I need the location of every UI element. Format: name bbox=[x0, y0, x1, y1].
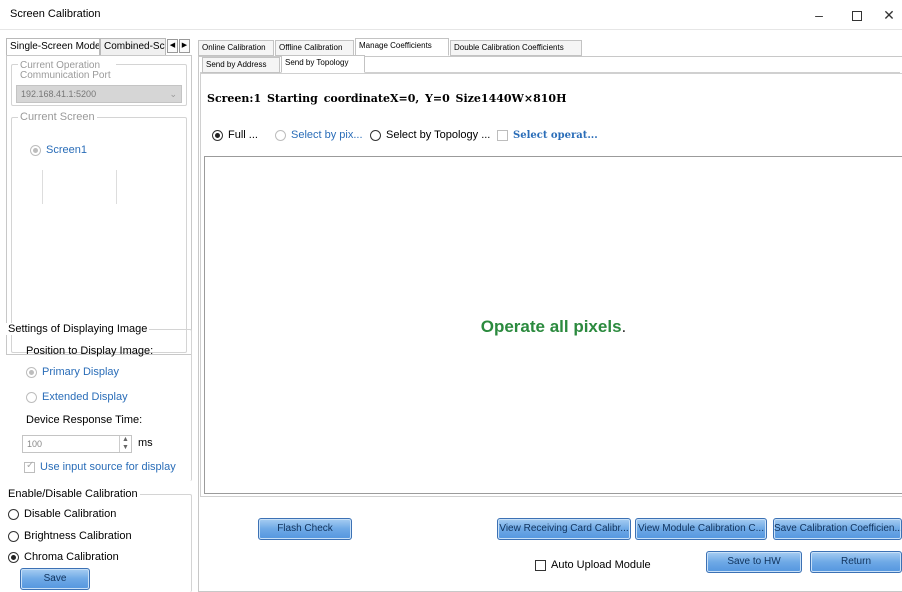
tab-manage-coefficients[interactable]: Manage Coefficients bbox=[355, 38, 449, 56]
minimize-button[interactable]: – bbox=[802, 0, 836, 30]
screen-item[interactable]: Screen1 bbox=[30, 144, 87, 156]
maximize-icon bbox=[852, 11, 862, 22]
view-receiving-card-button[interactable]: View Receiving Card Calibr... bbox=[497, 518, 631, 540]
view-module-calibration-button[interactable]: View Module Calibration C... bbox=[635, 518, 767, 540]
close-icon: ✕ bbox=[883, 7, 895, 23]
current-screen-group: Current Screen Screen1 bbox=[11, 111, 187, 353]
chroma-calibration-radio[interactable] bbox=[8, 551, 19, 563]
comm-port-value: 192.168.41.1:5200 bbox=[21, 89, 97, 99]
select-by-topology-label: Select by Topology ... bbox=[386, 129, 491, 141]
left-panel: Single-Screen Mode Combined-Sc ◀ ▶ Curre… bbox=[6, 38, 192, 592]
brightness-calibration-option[interactable]: Brightness Calibration bbox=[8, 530, 132, 542]
select-operat-checkbox[interactable] bbox=[497, 129, 508, 141]
primary-display-label: Primary Display bbox=[42, 366, 120, 378]
tab-scroll-right-icon[interactable]: ▶ bbox=[179, 39, 190, 53]
select-by-pixel-radio[interactable] bbox=[275, 129, 286, 141]
extended-display-option[interactable]: Extended Display bbox=[26, 391, 128, 403]
operate-message-text: Operate all pixels bbox=[480, 317, 622, 336]
tab-online-calibration[interactable]: Online Calibration bbox=[198, 40, 274, 56]
calibration-toggle-group: Enable/Disable Calibration Disable Calib… bbox=[6, 488, 192, 592]
screen-info: Screen:1 Starting coordinateX=0, Y=0 Siz… bbox=[207, 92, 567, 105]
operation-area[interactable]: Operate all pixels. bbox=[204, 156, 902, 494]
tab-double-calibration-coefficients[interactable]: Double Calibration Coefficients bbox=[450, 40, 582, 56]
use-input-source-option[interactable]: Use input source for display bbox=[24, 460, 176, 473]
screen-item-label: Screen1 bbox=[46, 144, 87, 156]
maximize-button[interactable] bbox=[840, 0, 874, 30]
spin-arrows-icon[interactable]: ▲ ▼ bbox=[119, 436, 131, 452]
chevron-down-icon: ⌄ bbox=[169, 89, 177, 99]
top-tab-strip: Online Calibration Offline Calibration M… bbox=[198, 38, 900, 56]
full-option[interactable]: Full ... bbox=[212, 129, 258, 141]
brightness-calibration-radio[interactable] bbox=[8, 530, 19, 542]
brightness-calibration-label: Brightness Calibration bbox=[24, 530, 132, 542]
position-label: Position to Display Image: bbox=[26, 345, 154, 357]
comm-port-group-label: Current Operation Communication Port bbox=[18, 61, 116, 81]
left-tab-strip: Single-Screen Mode Combined-Sc ◀ ▶ bbox=[6, 38, 192, 57]
chroma-calibration-label: Chroma Calibration bbox=[24, 551, 119, 563]
disable-calibration-option[interactable]: Disable Calibration bbox=[8, 508, 116, 520]
display-settings-group: Settings of Displaying Image Position to… bbox=[6, 323, 192, 481]
screen-radio[interactable] bbox=[30, 144, 41, 156]
divider bbox=[42, 170, 43, 204]
extended-display-radio[interactable] bbox=[26, 391, 37, 403]
save-button[interactable]: Save bbox=[20, 568, 90, 590]
current-screen-group-label: Current Screen bbox=[18, 111, 97, 123]
tab-send-by-address[interactable]: Send by Address bbox=[202, 57, 280, 73]
response-time-unit: ms bbox=[138, 437, 153, 449]
disable-calibration-label: Disable Calibration bbox=[24, 508, 117, 520]
tab-combined-screen[interactable]: Combined-Sc bbox=[100, 38, 166, 56]
select-by-topology-option[interactable]: Select by Topology ... bbox=[370, 129, 490, 141]
sub-tab-strip: Send by Address Send by Topology bbox=[200, 55, 900, 73]
tab-scroll-left-icon[interactable]: ◀ bbox=[167, 39, 178, 53]
primary-display-option[interactable]: Primary Display bbox=[26, 366, 119, 378]
select-by-pixel-label: Select by pix... bbox=[291, 129, 363, 141]
title-bar: Screen Calibration – ✕ bbox=[0, 0, 902, 30]
response-time-spinbox[interactable]: 100 ▲ ▼ bbox=[22, 435, 132, 453]
full-radio[interactable] bbox=[212, 129, 223, 141]
save-calibration-coefficients-button[interactable]: Save Calibration Coefficien... bbox=[773, 518, 902, 540]
full-label: Full ... bbox=[228, 129, 258, 141]
select-operat-option[interactable]: Select operat... bbox=[497, 129, 598, 141]
minimize-icon: – bbox=[815, 7, 823, 23]
select-operat-label: Select operat... bbox=[513, 130, 598, 141]
comm-port-group: Current Operation Communication Port 192… bbox=[11, 61, 187, 106]
operate-message-dot: . bbox=[621, 317, 627, 336]
close-button[interactable]: ✕ bbox=[872, 0, 902, 30]
response-time-value: 100 bbox=[27, 439, 43, 449]
select-by-topology-radio[interactable] bbox=[370, 129, 381, 141]
flash-check-button[interactable]: Flash Check bbox=[258, 518, 352, 540]
divider bbox=[116, 170, 117, 204]
tab-offline-calibration[interactable]: Offline Calibration bbox=[275, 40, 354, 56]
auto-upload-module-option[interactable]: Auto Upload Module bbox=[535, 559, 651, 571]
extended-display-label: Extended Display bbox=[42, 391, 128, 403]
auto-upload-module-label: Auto Upload Module bbox=[551, 559, 651, 571]
disable-calibration-radio[interactable] bbox=[8, 508, 19, 520]
use-input-source-label: Use input source for display bbox=[40, 461, 176, 473]
auto-upload-module-checkbox[interactable] bbox=[535, 559, 546, 571]
primary-display-radio[interactable] bbox=[26, 366, 37, 378]
save-to-hw-button[interactable]: Save to HW bbox=[706, 551, 802, 573]
display-settings-group-label: Settings of Displaying Image bbox=[6, 323, 150, 335]
screen-panel: Current Operation Communication Port 192… bbox=[6, 55, 192, 355]
return-button[interactable]: Return bbox=[810, 551, 902, 573]
calibration-toggle-group-label: Enable/Disable Calibration bbox=[6, 488, 140, 500]
response-time-label: Device Response Time: bbox=[26, 414, 143, 426]
operate-message: Operate all pixels. bbox=[205, 317, 902, 337]
select-by-pixel-option[interactable]: Select by pix... bbox=[275, 129, 363, 141]
tab-send-by-topology[interactable]: Send by Topology bbox=[281, 55, 365, 73]
chroma-calibration-option[interactable]: Chroma Calibration bbox=[8, 551, 119, 563]
window-title: Screen Calibration bbox=[10, 8, 101, 20]
use-input-source-checkbox[interactable] bbox=[24, 460, 35, 473]
comm-port-select[interactable]: 192.168.41.1:5200 ⌄ bbox=[16, 85, 182, 103]
